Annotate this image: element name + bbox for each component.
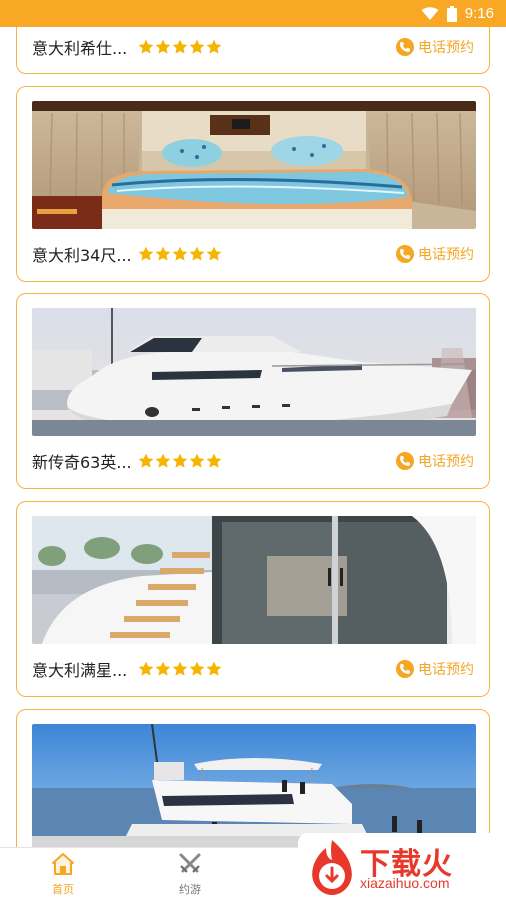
star-icon [206,246,222,261]
status-time: 9:16 [464,5,494,22]
star-icon [138,246,154,261]
star-icon [155,661,171,676]
star-icon [138,661,154,676]
star-icon [189,39,205,54]
star-icon [172,453,188,468]
yacht-photo[interactable] [32,724,476,847]
star-icon [206,453,222,468]
wifi-icon [421,6,439,21]
star-icon [155,39,171,54]
call-booking-label: 电话预约 [418,40,474,56]
call-booking-button[interactable]: 电话预约 [396,37,474,57]
status-bar: 9:16 [0,0,506,27]
yacht-title: 意大利满星... [32,661,128,680]
call-booking-button[interactable]: 电话预约 [396,659,474,679]
tab-home[interactable]: 首页 [33,852,93,897]
fire-logo-icon [306,838,358,900]
yacht-card[interactable]: 意大利希仕... 电话预约 [16,27,490,74]
star-icon [206,39,222,54]
battery-icon [446,5,457,22]
star-icon [172,661,188,676]
home-icon [50,852,76,879]
yacht-title: 意大利希仕... [32,39,128,58]
rating-stars [138,661,222,677]
yacht-title: 新传奇63英... [32,453,132,472]
call-booking-button[interactable]: 电话预约 [396,451,474,471]
rating-stars [138,246,222,262]
star-icon [206,661,222,676]
call-booking-label: 电话预约 [418,662,474,678]
yacht-card[interactable]: 意大利34尺... 电话预约 [16,86,490,282]
tab-trip[interactable]: 约游 [160,852,220,897]
rating-stars [138,39,222,55]
phone-icon [396,245,414,263]
call-booking-button[interactable]: 电话预约 [396,244,474,264]
call-booking-label: 电话预约 [418,454,474,470]
watermark-url: xiazaihuo.com [360,875,450,891]
phone-icon [396,660,414,678]
yacht-photo[interactable] [32,516,476,644]
crossed-swords-icon [177,852,203,879]
tab-home-label: 首页 [52,883,74,896]
yacht-card[interactable]: 新传奇63英... 电话预约 [16,293,490,489]
yacht-photo[interactable] [32,101,476,229]
yacht-photo[interactable] [32,308,476,436]
rating-stars [138,453,222,469]
yacht-card[interactable] [16,709,490,847]
star-icon [138,39,154,54]
star-icon [189,661,205,676]
yacht-card[interactable]: 意大利满星... 电话预约 [16,501,490,697]
call-booking-label: 电话预约 [418,247,474,263]
star-icon [138,453,154,468]
star-icon [155,246,171,261]
star-icon [155,453,171,468]
star-icon [172,39,188,54]
star-icon [189,453,205,468]
yacht-title: 意大利34尺... [32,246,132,265]
watermark: 下载火 xiazaihuo.com [298,833,506,900]
star-icon [189,246,205,261]
phone-icon [396,38,414,56]
phone-icon [396,452,414,470]
star-icon [172,246,188,261]
tab-trip-label: 约游 [179,883,201,896]
yacht-list[interactable]: 意大利希仕... 电话预约 意大利34尺... 电话预约 新传奇63英... 电… [0,27,506,847]
